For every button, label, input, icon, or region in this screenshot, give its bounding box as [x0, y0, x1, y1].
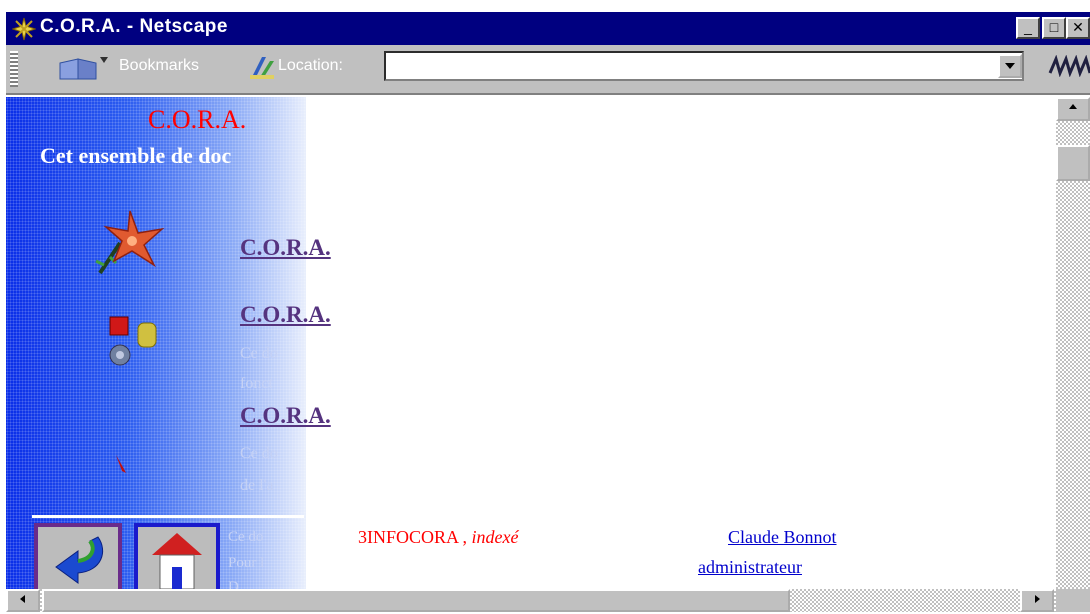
window-title: C.O.R.A. - Netscape — [40, 16, 228, 37]
author-link[interactable]: Claude Bonnot — [728, 527, 837, 548]
scroll-left-button[interactable] — [6, 589, 40, 612]
minimize-button[interactable]: _ — [1016, 17, 1040, 39]
footer-note-line-3: D — [228, 579, 239, 589]
footer-note-line-1: Ce do — [228, 529, 264, 545]
page-subtitle: Cet ensemble de doc — [40, 143, 232, 168]
location-input[interactable] — [384, 51, 1024, 81]
location-toolbar: Bookmarks Location: — [6, 45, 1090, 95]
blocks-icon — [109, 316, 157, 366]
back-button[interactable] — [34, 523, 122, 589]
divider — [32, 515, 304, 518]
cora-link-3[interactable]: C.O.R.A. — [240, 403, 331, 429]
indexed-label: indexé — [471, 527, 519, 547]
netscape-logo-icon[interactable] — [1046, 55, 1090, 77]
bookmarks-icon[interactable] — [56, 53, 116, 81]
page-content: C.O.R.A. Cet ensemble de doc C.O.R.A. C.… — [6, 97, 1056, 589]
home-button[interactable] — [134, 523, 220, 589]
location-dropdown-button[interactable] — [998, 54, 1022, 78]
cora-link-1[interactable]: C.O.R.A. — [240, 235, 331, 261]
admin-link[interactable]: administrateur — [698, 557, 802, 578]
maximize-button[interactable]: □ — [1042, 17, 1066, 39]
chevron-down-icon — [1005, 63, 1015, 69]
chevron-up-icon — [1069, 104, 1077, 109]
page-heading: C.O.R.A. — [148, 105, 247, 134]
location-label: Location: — [278, 57, 343, 74]
vertical-scrollbar[interactable] — [1056, 97, 1090, 589]
back-arrow-icon — [55, 536, 103, 584]
title-bar[interactable]: C.O.R.A. - Netscape _ □ ✕ — [6, 12, 1090, 45]
home-icon — [152, 533, 202, 589]
vertical-scroll-thumb[interactable] — [1056, 145, 1090, 181]
link-3-description-line-1: Ce do — [240, 445, 278, 462]
toolbar-grip[interactable] — [10, 51, 18, 87]
cora-link-2[interactable]: C.O.R.A. — [240, 302, 331, 328]
bookmarks-label[interactable]: Bookmarks — [119, 57, 199, 75]
scroll-up-button[interactable] — [1056, 97, 1090, 121]
scrollbar-corner — [1056, 589, 1090, 612]
chevron-right-icon — [1035, 595, 1040, 603]
netscape-app-icon — [12, 17, 36, 41]
flower-icon — [95, 210, 165, 275]
link-2-description-line-1: Ce do — [240, 345, 278, 362]
horizontal-scrollbar[interactable] — [6, 589, 1056, 612]
close-button[interactable]: ✕ — [1066, 17, 1090, 39]
scroll-right-button[interactable] — [1020, 589, 1054, 612]
infocora-code: 3INFOCORA , — [358, 527, 468, 547]
infocora-reference: 3INFOCORA , indexé — [358, 527, 519, 548]
link-2-description-line-2: fonct — [240, 375, 273, 392]
pencil-icon — [116, 455, 126, 473]
location-icon[interactable] — [248, 53, 276, 81]
horizontal-scroll-thumb[interactable] — [42, 589, 790, 612]
chevron-left-icon — [20, 595, 25, 603]
link-3-description-line-2: de l'a — [240, 477, 274, 494]
footer-note-line-2: Pour l — [228, 555, 265, 571]
